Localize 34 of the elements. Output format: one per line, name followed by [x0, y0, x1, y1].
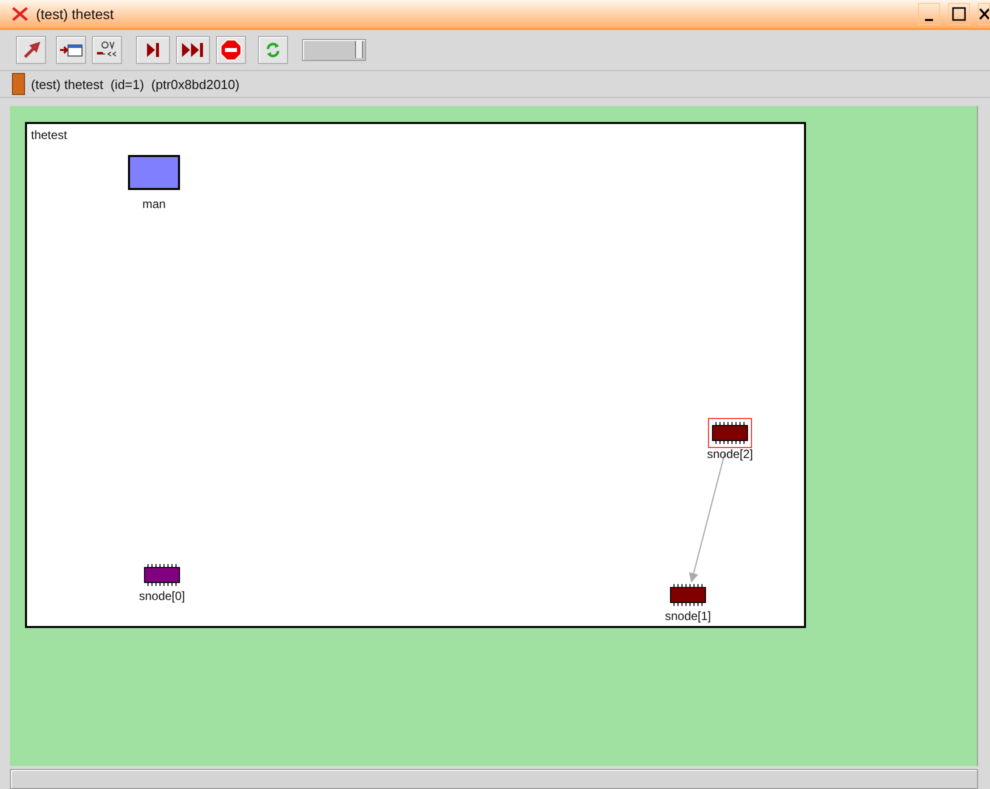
- slider-thumb[interactable]: [355, 41, 364, 58]
- stop-icon: [220, 39, 242, 61]
- minimize-icon: [925, 19, 933, 21]
- minimize-button[interactable]: [918, 3, 940, 25]
- chip-icon: [670, 584, 706, 606]
- network-title: thetest: [31, 128, 68, 142]
- step-button[interactable]: [136, 36, 170, 64]
- refresh-icon: [265, 41, 281, 59]
- close-icon: [979, 7, 989, 21]
- refresh-button[interactable]: [258, 36, 288, 64]
- horizontal-scrollbar[interactable]: [10, 769, 978, 789]
- speed-slider[interactable]: [302, 39, 366, 61]
- step-icon: [145, 42, 161, 58]
- close-button[interactable]: [978, 3, 990, 25]
- stop-button[interactable]: [216, 36, 246, 64]
- chip-icon: [712, 422, 748, 444]
- window-arrow-button[interactable]: [56, 36, 86, 64]
- node-label: snode[1]: [664, 609, 712, 623]
- node-label: snode[2]: [706, 447, 754, 461]
- x-logo-icon: [12, 7, 28, 21]
- maximize-button[interactable]: [948, 3, 970, 25]
- window-title: (test) thetest: [36, 6, 115, 22]
- status-text: (test) thetest (id=1) (ptr0x8bd2010): [31, 76, 240, 92]
- window-arrow-icon: [59, 42, 83, 58]
- up-arrow-button[interactable]: [16, 36, 46, 64]
- event-log-button[interactable]: [92, 36, 122, 64]
- chip-icon: [144, 564, 180, 586]
- module-color-swatch: [12, 73, 25, 95]
- node-label: snode[0]: [138, 589, 186, 603]
- node-label: man: [142, 197, 166, 211]
- fast-forward-icon: [181, 42, 205, 58]
- fast-run-button[interactable]: [176, 36, 210, 64]
- maximize-icon: [952, 7, 966, 21]
- selection-box[interactable]: [708, 418, 752, 448]
